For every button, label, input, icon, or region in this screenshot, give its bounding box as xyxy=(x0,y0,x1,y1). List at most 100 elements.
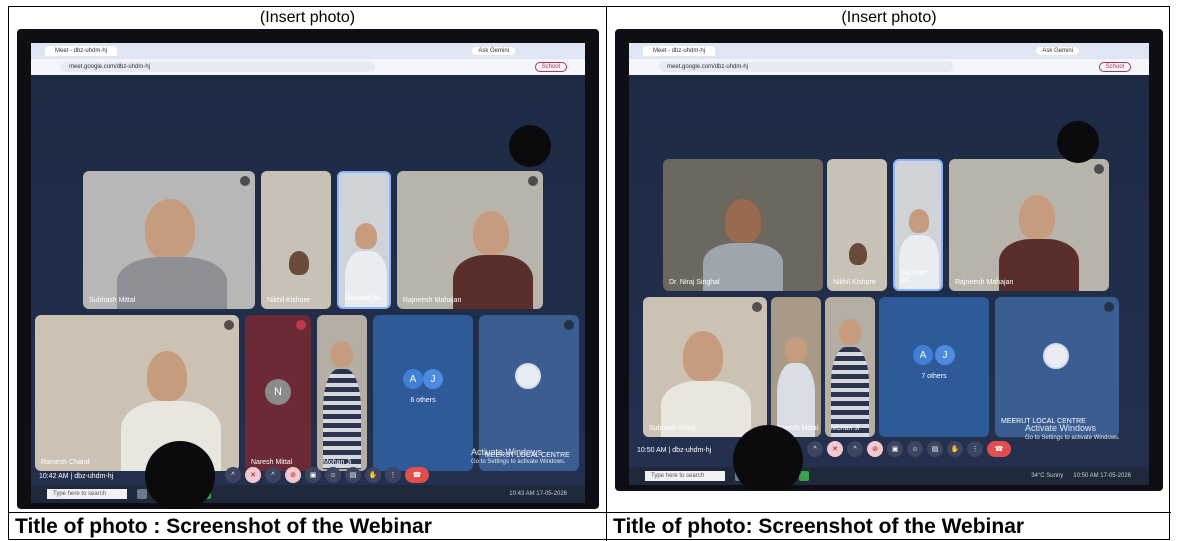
captions-button[interactable]: ▤ xyxy=(345,467,361,483)
taskbar-clock: 10:43 AM 17-05-2026 xyxy=(509,491,567,497)
participant-avatar: N xyxy=(265,379,291,405)
activate-windows-notice: Activate Windows Go to Settings to activ… xyxy=(1025,423,1120,443)
right-photo-cell: (Insert photo) Meet - dbz-uhdm-hj Ask Ge… xyxy=(607,7,1171,512)
participant-tile: Mohan Ji xyxy=(317,315,367,471)
mic-off-icon xyxy=(1104,302,1114,312)
participant-name: Nikhil Kishore xyxy=(833,279,876,286)
leave-call-button[interactable]: ☎ xyxy=(987,441,1011,457)
url-field[interactable]: meet.google.com/dbz-uhdm-hj xyxy=(61,62,376,72)
participant-face xyxy=(849,243,867,265)
participant-tile: Nikhil Kishore xyxy=(827,159,887,291)
participant-tile: Ramesh Chand xyxy=(35,315,239,471)
chevron-up-icon[interactable]: ^ xyxy=(807,441,823,457)
ask-gemini-button[interactable]: Ask Gemini xyxy=(472,47,515,55)
participant-name: Mohan Ji xyxy=(323,459,352,466)
participant-body xyxy=(323,369,361,469)
photo-table: (Insert photo) Meet - dbz-uhdm-hj Ask Ge… xyxy=(8,6,1171,541)
participant-tile: Rajneesh Mahajan xyxy=(949,159,1109,291)
right-caption-cell: Title of photo: Screenshot of the Webina… xyxy=(607,512,1171,541)
activate-subtitle: Go to Settings to activate Windows. xyxy=(471,459,566,465)
photo-caption: Title of photo: Screenshot of the Webina… xyxy=(613,515,1025,538)
participant-tile: Saurabh Mi... xyxy=(893,159,943,291)
call-controls: ^ ✕ ^ ⊘ ▣ ☺ ▤ ✋ ⋮ ☎ xyxy=(225,467,433,483)
participant-tile: Mohan Ji xyxy=(825,297,875,437)
emoji-button[interactable]: ☺ xyxy=(907,441,923,457)
raise-hand-button[interactable]: ✋ xyxy=(947,441,963,457)
browser-tab-bar: Meet - dbz-uhdm-hj Ask Gemini xyxy=(31,43,585,59)
participant-face xyxy=(473,211,509,255)
ask-gemini-button[interactable]: Ask Gemini xyxy=(1036,47,1079,55)
right-monitor-photo: Meet - dbz-uhdm-hj Ask Gemini meet.googl… xyxy=(615,29,1163,491)
insert-photo-label: (Insert photo) xyxy=(259,9,356,26)
participant-face xyxy=(331,341,353,367)
mic-off-button[interactable]: ✕ xyxy=(245,467,261,483)
meeting-info: 10:42 AM | dbz-uhdm-hj xyxy=(39,473,113,480)
mic-off-icon xyxy=(528,176,538,186)
participant-tile: Subhash Mittal xyxy=(83,171,255,309)
meeting-info: 10:50 AM | dbz-uhdm-hj xyxy=(637,447,711,454)
task-view-icon[interactable] xyxy=(137,489,147,499)
participant-face xyxy=(1019,195,1055,239)
others-count: 6 others xyxy=(410,397,436,404)
taskbar-clock: 10:50 AM 17-05-2026 xyxy=(1073,473,1131,479)
captions-button[interactable]: ▤ xyxy=(927,441,943,457)
participant-tile: Subhash Mittal xyxy=(643,297,767,437)
taskbar-search[interactable]: Type here to search xyxy=(645,471,725,481)
present-button[interactable]: ▣ xyxy=(305,467,321,483)
meet-screen: Meet - dbz-uhdm-hj Ask Gemini meet.googl… xyxy=(31,43,585,503)
present-button[interactable]: ▣ xyxy=(887,441,903,457)
others-count: 7 others xyxy=(921,373,947,380)
participant-face xyxy=(909,209,929,233)
camera-lens-reflection xyxy=(733,425,803,491)
chevron-up-icon[interactable]: ^ xyxy=(225,467,241,483)
browser-tab[interactable]: Meet - dbz-uhdm-hj xyxy=(643,46,716,56)
others-avatar: A xyxy=(913,345,933,365)
leave-call-button[interactable]: ☎ xyxy=(405,467,429,483)
activate-windows-notice: Activate Windows Go to Settings to activ… xyxy=(471,447,566,467)
url-field[interactable]: meet.google.com/dbz-uhdm-hj xyxy=(659,62,953,72)
address-bar: meet.google.com/dbz-uhdm-hj School xyxy=(629,59,1149,75)
participant-name: Subhash Mittal xyxy=(89,297,136,304)
chevron-up-icon[interactable]: ^ xyxy=(265,467,281,483)
mic-off-button[interactable]: ✕ xyxy=(827,441,843,457)
others-tile[interactable]: A J 7 others xyxy=(879,297,989,437)
participant-name: Dr. Niraj Singhal xyxy=(669,279,720,286)
activate-title: Activate Windows xyxy=(471,447,543,457)
camera-lens-reflection xyxy=(145,441,215,509)
weather-widget[interactable]: 34°C Sunny xyxy=(1031,473,1063,479)
call-controls: ^ ✕ ^ ⊘ ▣ ☺ ▤ ✋ ⋮ ☎ xyxy=(807,441,1015,457)
participant-face xyxy=(355,223,377,249)
participant-tile: Nikhil Kishore xyxy=(261,171,331,309)
participant-name: Subhash Mittal xyxy=(649,425,696,432)
participant-tile: N Naresh Mittal xyxy=(245,315,311,471)
mic-off-icon xyxy=(1094,164,1104,174)
participant-name: Saurabh Mi... xyxy=(345,295,387,302)
centre-logo-icon xyxy=(515,363,541,389)
profile-button[interactable]: School xyxy=(1098,62,1131,72)
left-monitor-photo: Meet - dbz-uhdm-hj Ask Gemini meet.googl… xyxy=(17,29,599,509)
participant-tile: Rajneesh Mahajan xyxy=(397,171,543,309)
chevron-up-icon[interactable]: ^ xyxy=(847,441,863,457)
mic-off-icon xyxy=(296,320,306,330)
participant-face xyxy=(147,351,187,401)
participant-name: Saurabh Mi... xyxy=(901,270,928,284)
emoji-button[interactable]: ☺ xyxy=(325,467,341,483)
left-photo-cell: (Insert photo) Meet - dbz-uhdm-hj Ask Ge… xyxy=(9,7,607,512)
more-options-button[interactable]: ⋮ xyxy=(967,441,983,457)
more-options-button[interactable]: ⋮ xyxy=(385,467,401,483)
browser-tab-bar: Meet - dbz-uhdm-hj Ask Gemini xyxy=(629,43,1149,59)
profile-button[interactable]: School xyxy=(534,62,567,72)
camera-off-button[interactable]: ⊘ xyxy=(867,441,883,457)
participant-body xyxy=(831,347,869,437)
taskbar-search[interactable]: Type here to search xyxy=(47,489,127,499)
participant-name: Nikhil Kishore xyxy=(267,297,310,304)
others-tile[interactable]: A J 6 others xyxy=(373,315,473,471)
windows-taskbar: Type here to search 34°C Sunny 10:50 AM … xyxy=(629,467,1149,485)
meeting-code: 10:50 AM | dbz-uhdm-hj xyxy=(637,447,712,454)
participant-name: Mohan Ji xyxy=(831,425,860,432)
camera-off-button[interactable]: ⊘ xyxy=(285,467,301,483)
raise-hand-button[interactable]: ✋ xyxy=(365,467,381,483)
participant-name: Rajneesh Mahajan xyxy=(403,297,462,304)
browser-tab[interactable]: Meet - dbz-uhdm-hj xyxy=(45,46,118,56)
meet-screen: Meet - dbz-uhdm-hj Ask Gemini meet.googl… xyxy=(629,43,1149,485)
